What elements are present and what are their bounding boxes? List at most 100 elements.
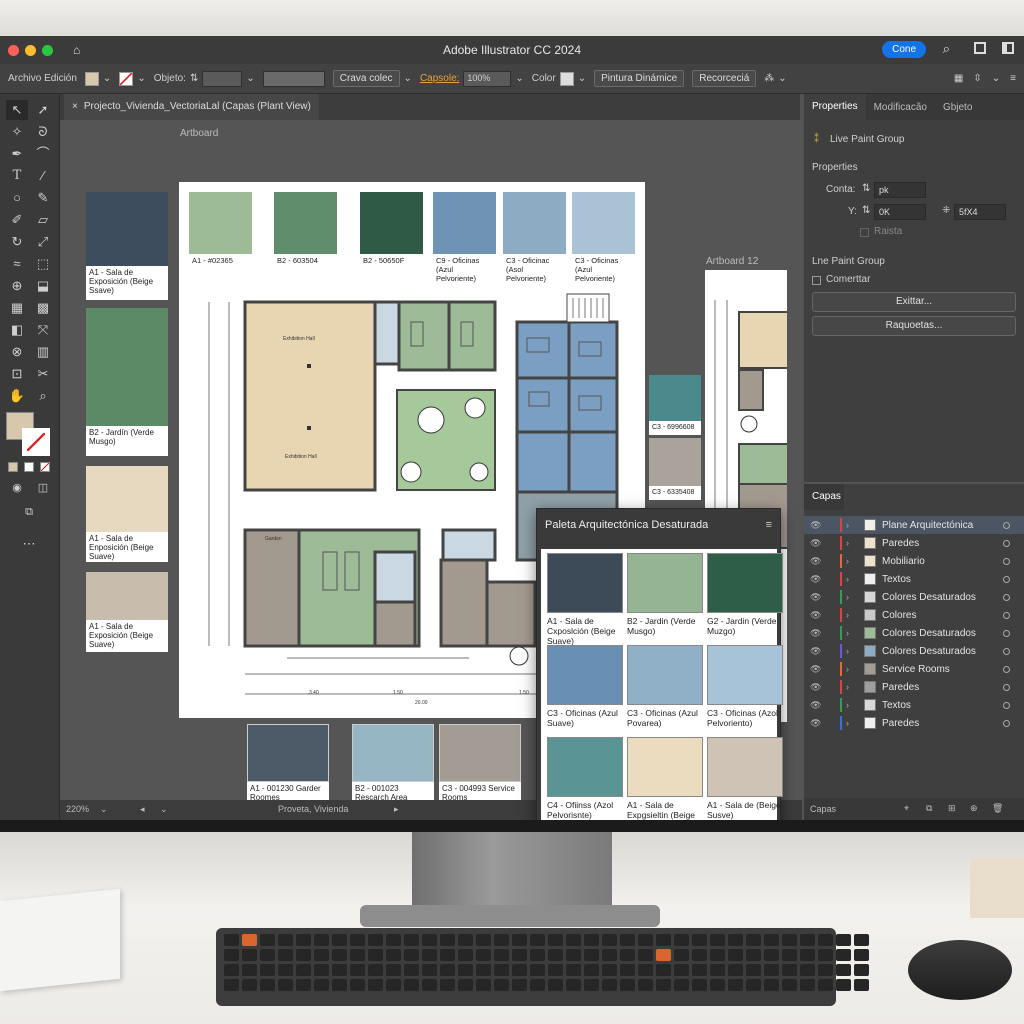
tab-modificacao[interactable]: Modificacão	[866, 102, 935, 113]
chevron-right-icon[interactable]: ›	[846, 628, 858, 638]
graph-tool-icon[interactable]: ▥	[32, 342, 54, 362]
draw-mode-icon[interactable]: ◉	[6, 478, 28, 498]
pen-tool-icon[interactable]: ✒	[6, 144, 28, 164]
eye-icon[interactable]: 👁	[810, 520, 826, 531]
target-icon[interactable]	[1003, 701, 1010, 709]
eye-icon[interactable]: 👁	[810, 664, 826, 675]
close-icon[interactable]: ×	[72, 101, 78, 112]
menu-label[interactable]: Archivo Edición	[8, 73, 77, 84]
palette-swatch[interactable]: C3 - Oficinas (Azul Povarea)	[627, 645, 703, 728]
eye-icon[interactable]: 👁	[810, 646, 826, 657]
chevron-right-icon[interactable]: ›	[846, 574, 858, 584]
target-icon[interactable]	[1003, 593, 1010, 601]
clip-icon[interactable]: ⧉	[926, 803, 932, 814]
fill-swatch[interactable]	[84, 71, 99, 86]
color-mode-swatch[interactable]	[8, 462, 18, 472]
layer-row[interactable]: 👁 › Paredes	[804, 678, 1024, 696]
align-icon[interactable]: ⁂	[764, 73, 774, 84]
eye-icon[interactable]: 👁	[810, 592, 826, 603]
target-icon[interactable]	[1003, 647, 1010, 655]
stroke-color-box[interactable]	[22, 428, 50, 456]
chevron-right-icon[interactable]: ›	[846, 646, 858, 656]
eye-icon[interactable]: 👁	[810, 610, 826, 621]
link-icon[interactable]: ⁜	[942, 205, 950, 216]
eye-icon[interactable]: 👁	[810, 538, 826, 549]
eye-icon[interactable]: 👁	[810, 718, 826, 729]
spinner-icon[interactable]: ⇅	[862, 205, 870, 216]
tab-objeto[interactable]: Gbjeto	[935, 102, 980, 113]
target-icon[interactable]	[1003, 575, 1010, 583]
sublayer-icon[interactable]: ⊞	[948, 803, 956, 814]
none-mode-swatch[interactable]	[40, 462, 50, 472]
palette-panel[interactable]: Paleta Arquitectónica Desaturada ≡ A1 - …	[536, 508, 783, 820]
target-icon[interactable]	[1003, 611, 1010, 619]
target-icon[interactable]	[1003, 521, 1010, 529]
share-button[interactable]: Cone	[882, 41, 926, 58]
chevron-down-icon[interactable]: ⌄	[778, 73, 786, 84]
layer-row[interactable]: 👁 › Colores Desaturados	[804, 624, 1024, 642]
target-icon[interactable]	[1003, 665, 1010, 673]
crava-button[interactable]: Crava colec	[332, 70, 400, 87]
palette-swatch[interactable]: A1 - Sala de Expgsieltin (Beige Suave)	[627, 737, 703, 820]
chevron-right-icon[interactable]: ›	[846, 610, 858, 620]
chevron-down-icon[interactable]: ⌄	[137, 73, 145, 84]
layer-row[interactable]: 👁 › Paredes	[804, 714, 1024, 732]
stroke-none-swatch[interactable]	[119, 71, 134, 86]
chevron-right-icon[interactable]: ›	[846, 592, 858, 602]
line-tool-icon[interactable]: ∕	[32, 166, 54, 186]
chevron-down-icon[interactable]: ⌄	[103, 73, 111, 84]
expand-button[interactable]: Exittar...	[812, 292, 1016, 312]
panel-menu-icon[interactable]: ≡	[766, 519, 772, 531]
chevron-right-icon[interactable]: ›	[846, 664, 858, 674]
palette-swatch[interactable]: G2 - Jardin (Verde Muzgo)	[707, 553, 783, 636]
eraser-tool-icon[interactable]: ▱	[32, 210, 54, 230]
shaper-tool-icon[interactable]: ✐	[6, 210, 28, 230]
left-swatch-card[interactable]: A1 - Sala de Exposición (Beige Suave)	[86, 572, 168, 652]
warp-tool-icon[interactable]: ≈	[6, 254, 28, 274]
lasso-tool-icon[interactable]: ᘐ	[32, 122, 54, 142]
mesh-tool-icon[interactable]: ▩	[32, 298, 54, 318]
stroke-weight-field[interactable]	[262, 70, 325, 87]
object-field[interactable]	[202, 70, 243, 87]
gradient-mode-swatch[interactable]	[24, 462, 34, 472]
perspective-tool-icon[interactable]: ▦	[6, 298, 28, 318]
chevron-down-icon[interactable]: ⌄	[404, 73, 412, 84]
chevron-right-icon[interactable]: ›	[846, 718, 858, 728]
search-icon[interactable]: ⌕	[943, 41, 950, 57]
document-tab[interactable]: × Projecto_Vivienda_VectoriaLal (Capas (P…	[64, 94, 319, 120]
chevron-down-icon[interactable]: ⌄	[515, 73, 523, 84]
gradient-tool-icon[interactable]: ◧	[6, 320, 28, 340]
w-field[interactable]: 5fX4	[954, 204, 1006, 220]
conta-field[interactable]: pk	[874, 182, 926, 198]
transform-icon[interactable]: ⇳	[973, 73, 981, 84]
zoom-level[interactable]: 220%	[66, 804, 89, 814]
eyedropper-tool-icon[interactable]: ⤧	[32, 320, 54, 340]
spinner-icon[interactable]: ⇅	[862, 183, 870, 194]
eye-icon[interactable]: 👁	[810, 556, 826, 567]
bottom-swatch-card[interactable]: A1 - 001230 Garder Roomes	[247, 724, 329, 808]
layer-row[interactable]: 👁 › Textos	[804, 696, 1024, 714]
layer-row[interactable]: 👁 › Colores	[804, 606, 1024, 624]
palette-swatch[interactable]: B2 - Jardin (Verde Musgo)	[627, 553, 703, 636]
side-swatch-card[interactable]: C3 - 6996608	[649, 375, 701, 435]
screen-mode-icon[interactable]: ◫	[32, 478, 54, 498]
scale-tool-icon[interactable]: ⤢	[32, 232, 54, 252]
target-icon[interactable]	[1003, 683, 1010, 691]
grid-icon[interactable]: ▦	[954, 73, 963, 84]
raquoetas-button[interactable]: Raquoetas...	[812, 316, 1016, 336]
arrange-icon[interactable]	[974, 42, 986, 54]
chevron-right-icon[interactable]: ›	[846, 700, 858, 710]
hand-tool-icon[interactable]: ✋	[6, 386, 28, 406]
layer-row[interactable]: 👁 › Paredes	[804, 534, 1024, 552]
chevron-down-icon[interactable]: ⌄	[160, 804, 168, 815]
chevron-down-icon[interactable]: ⌄	[578, 73, 586, 84]
layers-tab[interactable]: Capas	[804, 484, 844, 510]
chevron-right-icon[interactable]: ›	[846, 520, 858, 530]
palette-swatch[interactable]: A1 - Sala de Cxposlción (Beige Suave)	[547, 553, 623, 646]
eye-icon[interactable]: 👁	[810, 628, 826, 639]
curvature-tool-icon[interactable]: ⌒	[32, 144, 54, 164]
palette-swatch[interactable]: C4 - Ofiinss (Azol Pelvorisnte)	[547, 737, 623, 820]
chevron-right-icon[interactable]: ›	[846, 538, 858, 548]
blend-tool-icon[interactable]: ⊗	[6, 342, 28, 362]
palette-swatch[interactable]: C3 - Oficinas (Azul Suave)	[547, 645, 623, 728]
